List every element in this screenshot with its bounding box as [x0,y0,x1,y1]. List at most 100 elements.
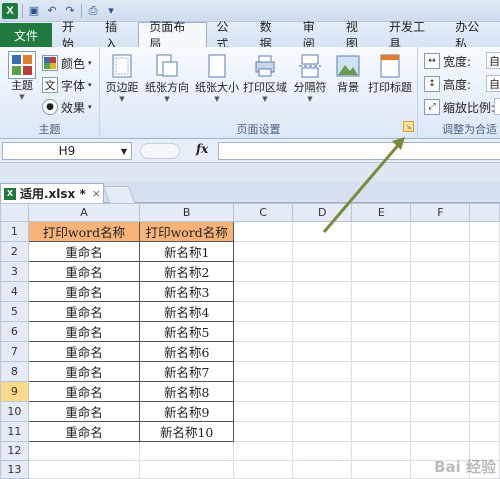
cell-empty[interactable] [351,241,412,263]
theme-fonts-button[interactable]: 文 字体 ▾ [42,75,92,95]
row-header[interactable]: 12 [0,441,29,461]
cell-empty[interactable] [410,381,471,403]
cell-empty[interactable] [351,361,412,383]
column-header-d[interactable]: D [292,203,353,223]
tab-page-layout[interactable]: 页面布局 [138,20,207,51]
cell-b[interactable]: 新名称5 [139,321,235,343]
cell-empty[interactable] [233,341,294,363]
cell-a[interactable]: 重命名 [27,281,141,303]
row-header[interactable]: 9 [0,381,29,403]
cell-empty[interactable] [351,441,412,461]
cell-empty[interactable] [233,221,294,243]
cell-a[interactable]: 重命名 [27,301,141,323]
cell-empty[interactable] [233,321,294,343]
size-button[interactable]: 纸张大小 ▼ [194,51,240,115]
cell-empty[interactable] [351,459,412,479]
customize-icon[interactable]: ▾ [104,4,118,18]
scale-input[interactable] [494,98,500,115]
cell-empty[interactable] [469,281,500,303]
undo-icon[interactable]: ↶ [45,4,59,18]
row-header[interactable]: 1 [0,221,29,243]
cell-empty[interactable] [469,301,500,323]
column-header-f[interactable]: F [410,203,471,223]
cell-a[interactable]: 重命名 [27,241,141,263]
column-header-b[interactable]: B [139,203,235,223]
cell-empty[interactable] [469,421,500,443]
cell-empty[interactable] [233,459,294,479]
print-area-button[interactable]: 打印区域 ▼ [242,51,288,115]
row-header[interactable]: 11 [0,421,29,443]
cell-b[interactable]: 新名称9 [139,401,235,423]
tab-review[interactable]: 审阅 [293,20,336,51]
cell-empty[interactable] [292,441,353,461]
row-header[interactable]: 3 [0,261,29,283]
workbook-tab-active[interactable]: X 适用.xlsx * × [0,183,104,203]
themes-button[interactable]: 主题 ▼ [2,51,42,115]
row-header[interactable]: 2 [0,241,29,263]
cell-empty[interactable] [292,321,353,343]
tab-insert[interactable]: 插入 [95,20,138,51]
cell-empty[interactable] [351,381,412,403]
cell-empty[interactable] [469,381,500,403]
cell-b[interactable]: 新名称8 [139,381,235,403]
cell-a[interactable]: 重命名 [27,321,141,343]
row-header[interactable]: 8 [0,361,29,383]
cell-a[interactable] [27,459,141,479]
cell-empty[interactable] [469,341,500,363]
cell-a[interactable]: 重命名 [27,341,141,363]
cell-empty[interactable] [292,401,353,423]
cell-empty[interactable] [351,421,412,443]
select-all-corner[interactable] [0,203,29,223]
cell-a[interactable] [27,441,141,461]
cell-empty[interactable] [469,241,500,263]
cell-empty[interactable] [292,301,353,323]
tab-file[interactable]: 文件 [0,23,53,47]
width-select[interactable]: 自 [486,52,500,69]
tab-formulas[interactable]: 公式 [207,20,250,51]
cell-empty[interactable] [351,221,412,243]
column-header-e[interactable]: E [351,203,412,223]
cell-a[interactable]: 重命名 [27,421,141,443]
new-workbook-tab[interactable] [102,186,136,203]
cell-empty[interactable] [410,321,471,343]
tab-view[interactable]: 视图 [336,20,379,51]
row-header[interactable]: 10 [0,401,29,423]
cell-empty[interactable] [292,241,353,263]
cell-empty[interactable] [233,261,294,283]
excel-logo-icon[interactable]: X [2,2,18,19]
breaks-button[interactable]: 分隔符 ▼ [290,51,330,115]
formula-input[interactable] [218,142,500,160]
print-titles-button[interactable]: 打印标题 [366,51,414,115]
cell-empty[interactable] [469,321,500,343]
column-header-c[interactable]: C [233,203,294,223]
cell-empty[interactable] [351,301,412,323]
background-button[interactable]: 背景 [328,51,368,115]
cell-empty[interactable] [233,421,294,443]
cell-empty[interactable] [292,459,353,479]
cell-a[interactable]: 重命名 [27,381,141,403]
cell-a[interactable]: 重命名 [27,261,141,283]
row-header[interactable]: 5 [0,301,29,323]
redo-icon[interactable]: ↷ [63,4,77,18]
cell-b[interactable]: 新名称1 [139,241,235,263]
print-preview-icon[interactable]: ⎙ [86,4,100,18]
cell-empty[interactable] [410,341,471,363]
cell-b[interactable]: 新名称2 [139,261,235,283]
cell-a[interactable]: 重命名 [27,401,141,423]
cell-empty[interactable] [233,281,294,303]
tab-home[interactable]: 开始 [52,20,95,51]
cell-b[interactable] [139,441,235,461]
cell-empty[interactable] [351,321,412,343]
theme-colors-button[interactable]: 颜色 ▾ [42,53,92,73]
cell-empty[interactable] [469,401,500,423]
tab-office-tools[interactable]: 办公私 [445,20,500,51]
cell-b[interactable]: 新名称3 [139,281,235,303]
cell-empty[interactable] [410,281,471,303]
column-header-overflow[interactable] [469,203,500,223]
tab-developer[interactable]: 开发工具 [379,20,445,51]
close-icon[interactable]: × [92,187,101,200]
theme-effects-button[interactable]: ● 效果 ▾ [42,97,92,117]
cell-empty[interactable] [410,421,471,443]
chevron-down-icon[interactable]: ▼ [121,147,127,156]
cell-empty[interactable] [233,361,294,383]
